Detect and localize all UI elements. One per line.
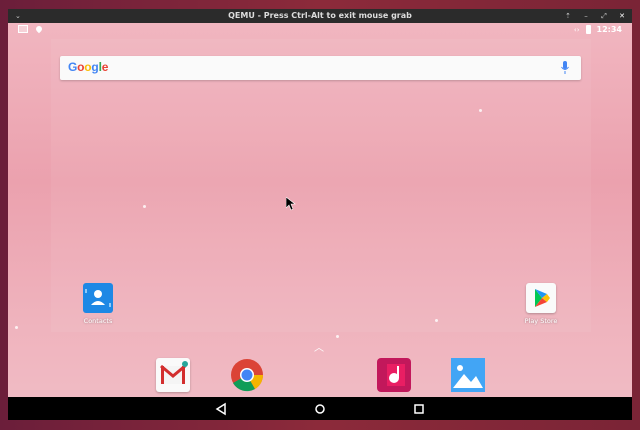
app-contacts[interactable]: Contacts [68, 283, 128, 325]
qemu-titlebar: ⌄ QEMU - Press Ctrl-Alt to exit mouse gr… [8, 9, 632, 23]
recents-button[interactable] [412, 402, 426, 416]
wallpaper-sparkle [336, 335, 339, 338]
minimize-button[interactable]: – [582, 9, 590, 23]
android-screen[interactable]: ‹› 12:34 Google Contacts Play Store ︿ [8, 23, 632, 420]
window-controls: ⇡ – ⤢ ✕ [564, 9, 626, 23]
keep-above-icon[interactable]: ⇡ [564, 9, 572, 23]
wallpaper-sparkle [143, 205, 146, 208]
maximize-button[interactable]: ⤢ [600, 9, 608, 23]
wallpaper-sparkle [479, 109, 482, 112]
notification-icon [18, 25, 28, 33]
app-label: Play Store [524, 317, 558, 325]
wallpaper-sparkle [435, 319, 438, 322]
app-play-store[interactable]: Play Store [511, 283, 571, 325]
contacts-icon [83, 283, 113, 313]
location-icon [34, 24, 44, 34]
window-title: QEMU - Press Ctrl-Alt to exit mouse grab [228, 11, 412, 20]
battery-icon [585, 25, 591, 34]
back-button[interactable] [214, 402, 228, 416]
microphone-icon[interactable] [561, 61, 569, 75]
home-button[interactable] [313, 402, 327, 416]
google-logo: Google [68, 60, 109, 74]
status-bar[interactable]: ‹› 12:34 [8, 23, 632, 37]
app-drawer-arrow-icon[interactable]: ︿ [314, 339, 324, 354]
google-search-bar[interactable]: Google [60, 56, 581, 80]
app-label: Contacts [83, 317, 113, 325]
wallpaper-sparkle [15, 326, 18, 329]
home-workspace [51, 39, 591, 332]
mouse-cursor-icon [286, 197, 296, 211]
close-button[interactable]: ✕ [618, 9, 626, 23]
dock-chrome-icon[interactable] [230, 358, 264, 392]
dock-gallery-icon[interactable] [451, 358, 485, 392]
dock-gmail-icon[interactable] [156, 358, 190, 392]
play-store-icon [526, 283, 556, 313]
status-clock: 12:34 [596, 25, 622, 34]
data-sync-icon: ‹› [573, 25, 580, 34]
navigation-bar [8, 397, 632, 420]
dock-play-music-icon[interactable] [377, 358, 411, 392]
